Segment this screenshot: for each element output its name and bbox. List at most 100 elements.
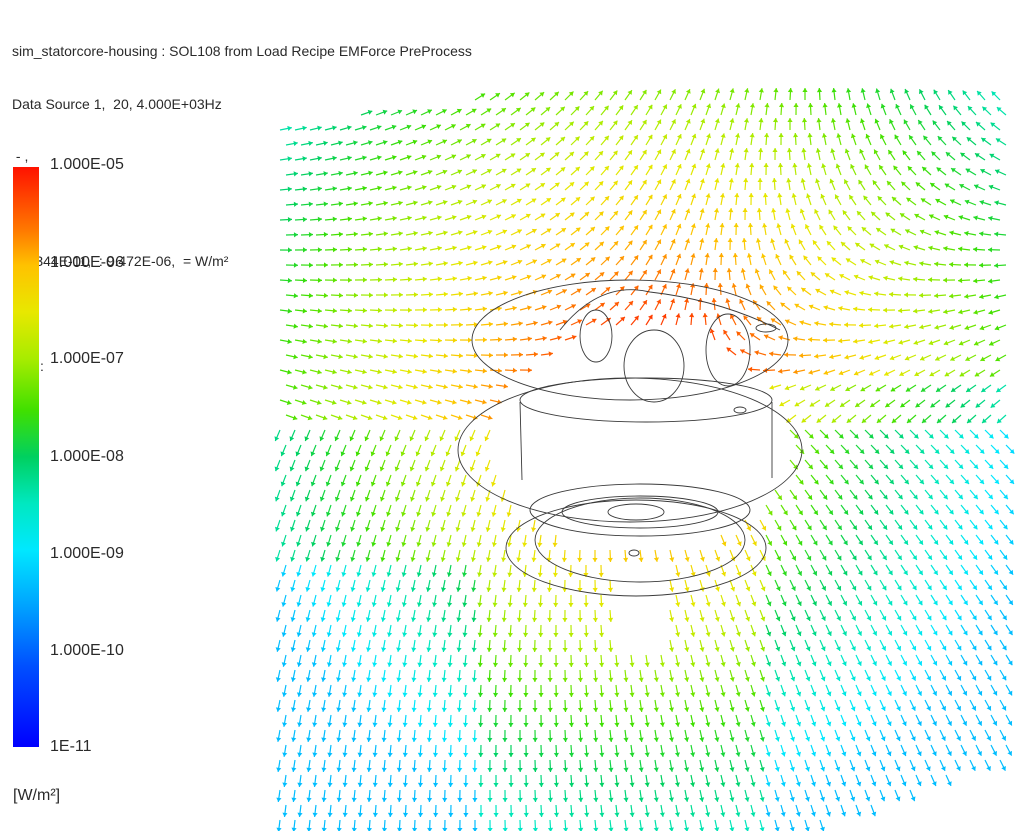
vector-arrow-head bbox=[342, 752, 348, 757]
vector-arrow-head bbox=[829, 354, 834, 360]
vector-arrow-head bbox=[305, 647, 311, 652]
vector-arrow-head bbox=[281, 662, 287, 667]
vector-arrow-head bbox=[312, 752, 318, 757]
vector-arrow-head bbox=[456, 617, 462, 622]
vector-arrow-head bbox=[351, 767, 357, 772]
vector-arrow-head bbox=[599, 812, 605, 817]
vector-arrow-head bbox=[690, 752, 696, 757]
vector-arrow-head bbox=[584, 812, 590, 817]
vector-arrow-head bbox=[623, 707, 629, 712]
vector-arrow-head bbox=[684, 617, 690, 622]
vector-arrow-head bbox=[488, 321, 493, 327]
vector-arrow-head bbox=[537, 572, 543, 577]
vector-arrow-head bbox=[387, 692, 393, 697]
housing-base-inner bbox=[561, 495, 719, 529]
vector-arrow-head bbox=[690, 632, 696, 637]
vector-arrow-head bbox=[532, 767, 538, 772]
vector-arrow-head bbox=[801, 118, 808, 123]
vector-arrow-head bbox=[699, 617, 705, 622]
vector-arrow-head bbox=[684, 767, 690, 772]
vector-arrow-head bbox=[527, 305, 532, 311]
vector-arrow-head bbox=[523, 723, 529, 727]
vector-arrow-head bbox=[561, 557, 567, 562]
vector-arrow-head bbox=[714, 737, 720, 742]
vector-arrow-head bbox=[614, 752, 620, 757]
vector-arrow-head bbox=[919, 261, 924, 267]
vector-arrow-head bbox=[719, 193, 725, 198]
vector-arrow-head bbox=[517, 708, 523, 712]
vector-arrow-head bbox=[868, 339, 873, 345]
vector-arrow-head bbox=[477, 572, 483, 577]
vector-arrow-head bbox=[614, 662, 620, 667]
vector-arrow-head bbox=[335, 647, 341, 652]
vector-arrow-head bbox=[335, 587, 341, 592]
vector-arrow-head bbox=[493, 813, 499, 817]
vector-arrow-head bbox=[598, 632, 605, 637]
vector-arrow-head bbox=[675, 692, 681, 697]
vector-arrow-head bbox=[312, 782, 318, 787]
vector-arrow-head bbox=[448, 812, 454, 817]
vector-arrow-head bbox=[713, 238, 719, 243]
vector-arrow-head bbox=[690, 662, 696, 667]
vector-arrow-head bbox=[538, 693, 544, 697]
vector-arrow-head bbox=[282, 782, 288, 787]
vector-arrow-head bbox=[608, 617, 614, 622]
vector-arrow-head bbox=[727, 238, 733, 243]
vector-arrow-head bbox=[431, 542, 437, 547]
vector-arrow-head bbox=[799, 353, 804, 359]
vector-arrow-head bbox=[432, 722, 438, 727]
vector-arrow-head bbox=[401, 602, 407, 607]
vector-arrow-head bbox=[441, 707, 447, 712]
vector-arrow-head bbox=[552, 542, 558, 547]
vector-arrow-head bbox=[395, 587, 401, 592]
vector-arrow-head bbox=[342, 662, 348, 667]
vector-arrow-head bbox=[461, 542, 467, 547]
vector-arrow-head bbox=[440, 587, 447, 592]
vector-arrow-head bbox=[593, 767, 599, 772]
vector-arrow-head bbox=[711, 298, 717, 303]
vector-arrow-head bbox=[623, 827, 629, 831]
vector-arrow-head bbox=[964, 262, 968, 268]
vector-arrow-head bbox=[477, 632, 483, 637]
vector-arrow-head bbox=[531, 557, 537, 562]
vector-arrow-head bbox=[653, 827, 659, 831]
vector-arrow-head bbox=[958, 309, 963, 315]
post-processing-viewport[interactable]: sim_statorcore-housing : SOL108 from Loa… bbox=[0, 0, 1024, 831]
vector-arrow-head bbox=[336, 797, 342, 802]
vector-arrow-head bbox=[372, 752, 378, 757]
vector-arrow-head bbox=[281, 602, 287, 607]
vector-arrow-head bbox=[629, 722, 635, 727]
vector-arrow-head bbox=[593, 737, 599, 742]
vector-arrow-head bbox=[357, 812, 363, 817]
housing-bore bbox=[607, 503, 665, 521]
vector-arrow-head bbox=[943, 309, 948, 315]
vector-arrow-head bbox=[387, 782, 393, 787]
vector-arrow-head bbox=[527, 336, 532, 342]
vector-arrow-head bbox=[823, 337, 828, 343]
vector-arrow-head bbox=[357, 782, 363, 787]
vector-arrow-head bbox=[532, 617, 538, 622]
vector-arrow-head bbox=[553, 663, 559, 667]
vector-arrow-head bbox=[669, 617, 675, 622]
vector-arrow-head bbox=[547, 767, 553, 772]
vector-arrow-head bbox=[758, 118, 764, 123]
vector-arrow-head bbox=[342, 812, 348, 817]
vector-arrow-head bbox=[731, 283, 737, 288]
vector-arrow-head bbox=[372, 782, 378, 787]
vector-arrow-head bbox=[493, 692, 499, 697]
vector-arrow-head bbox=[356, 572, 362, 577]
vector-arrow-head bbox=[402, 782, 408, 787]
vector-arrow-head bbox=[684, 647, 690, 652]
vector-arrow-head bbox=[943, 277, 947, 283]
vector-arrow-head bbox=[433, 812, 439, 817]
vector-arrow-head bbox=[416, 602, 422, 607]
vector-arrow-head bbox=[508, 662, 514, 667]
vector-arrow-head bbox=[532, 737, 538, 742]
vector-arrow-head bbox=[584, 782, 590, 787]
vector-arrow-head bbox=[599, 662, 605, 667]
vector-arrow-head bbox=[758, 148, 764, 153]
vector-arrow-head bbox=[402, 752, 408, 757]
vector-arrow-head bbox=[463, 752, 469, 757]
vector-arrow-head bbox=[584, 752, 590, 757]
vector-arrow-head bbox=[755, 238, 761, 243]
